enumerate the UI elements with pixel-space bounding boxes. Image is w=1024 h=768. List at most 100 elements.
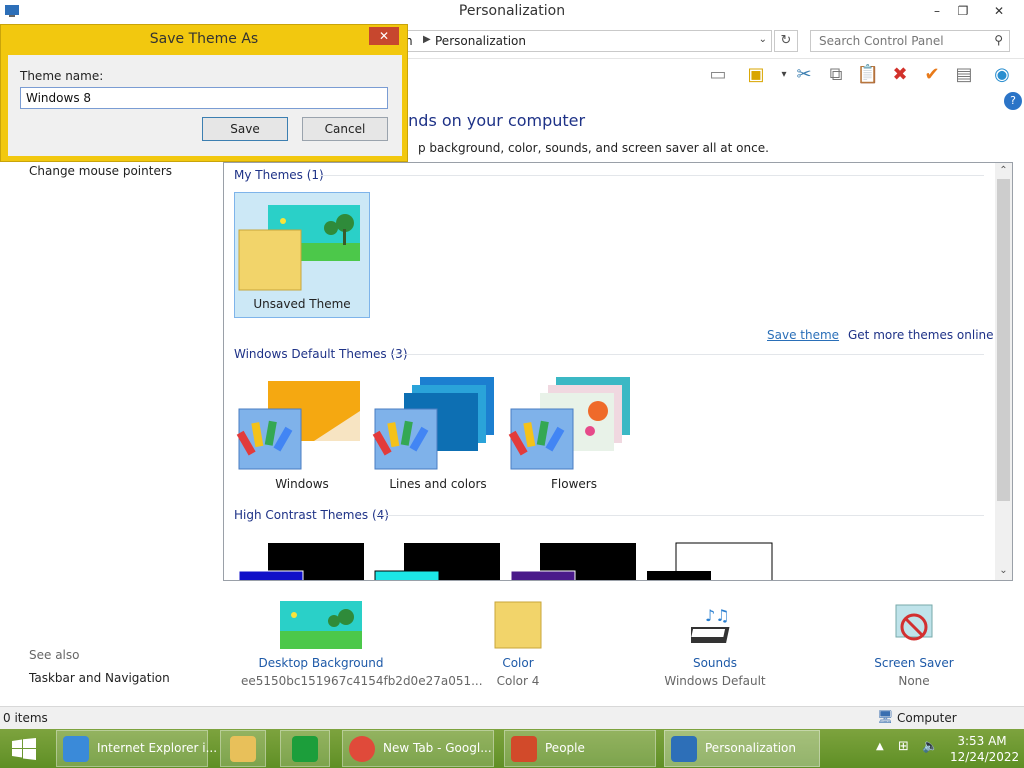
theme-lines-and-colors[interactable]: Lines and colors bbox=[370, 371, 506, 497]
start-button[interactable] bbox=[4, 730, 44, 767]
taskbar-label: Personalization bbox=[705, 741, 796, 755]
see-also-label: See also bbox=[29, 648, 80, 662]
taskbar-chrome[interactable]: New Tab - Googl... bbox=[342, 730, 494, 767]
globe-icon[interactable]: ◉ bbox=[990, 63, 1014, 87]
theme-high-contrast-white[interactable] bbox=[642, 535, 778, 580]
cancel-button[interactable]: Cancel bbox=[302, 117, 388, 141]
theme-name-label: Theme name: bbox=[20, 69, 104, 83]
color-title[interactable]: Color bbox=[438, 656, 598, 670]
search-icon[interactable]: ⚲ bbox=[994, 33, 1003, 47]
taskbar-personalization[interactable]: Personalization bbox=[664, 730, 820, 767]
color-value: Color 4 bbox=[496, 674, 540, 688]
theme-high-contrast-3[interactable] bbox=[506, 535, 642, 580]
status-location: Computer bbox=[897, 711, 957, 725]
cut-icon[interactable]: ✂ bbox=[792, 63, 816, 87]
screen-saver-icon bbox=[895, 604, 933, 641]
scrollbar[interactable]: ⌃ ⌄ bbox=[995, 163, 1012, 580]
breadcrumb-arrow-icon[interactable]: ▶ bbox=[423, 34, 431, 45]
taskbar: Internet Explorer i... New Tab - Googl..… bbox=[0, 729, 1024, 768]
refresh-button[interactable]: ↻ bbox=[774, 30, 798, 52]
taskbar-label: People bbox=[545, 741, 585, 755]
taskbar-label: New Tab - Googl... bbox=[383, 741, 492, 755]
maximize-button[interactable]: ❐ bbox=[950, 2, 976, 20]
store-icon bbox=[292, 736, 318, 762]
page-description: p background, color, sounds, and screen … bbox=[418, 141, 769, 155]
theme-label: Flowers bbox=[551, 477, 597, 491]
personalization-icon bbox=[671, 736, 697, 762]
high-contrast-white-thumbnail bbox=[647, 542, 773, 580]
system-clock[interactable]: 3:53 AM 12/24/2022 bbox=[950, 733, 1020, 765]
save-button[interactable]: Save bbox=[202, 117, 288, 141]
theme-flowers[interactable]: Flowers bbox=[506, 371, 642, 497]
dialog-close-button[interactable]: ✕ bbox=[369, 27, 399, 45]
save-theme-dialog: Save Theme As ✕ Theme name: Windows 8 Sa… bbox=[0, 24, 408, 162]
screen-saver-value: None bbox=[898, 674, 930, 688]
get-more-themes-link[interactable]: Get more themes online bbox=[848, 328, 994, 342]
search-placeholder: Search Control Panel bbox=[819, 34, 944, 48]
desktop-background-icon bbox=[280, 601, 362, 649]
my-themes-header: My Themes (1) bbox=[234, 168, 324, 182]
item-count: 0 items bbox=[3, 711, 48, 725]
copy-icon[interactable]: ⧉ bbox=[824, 63, 848, 87]
desktop-background-value: ee5150bc151967c4154fb2d0e27a051... bbox=[241, 674, 483, 688]
group-divider bbox=[320, 175, 984, 176]
taskbar-file-explorer[interactable] bbox=[220, 730, 266, 767]
page-title: unds on your computer bbox=[398, 111, 586, 130]
theme-label: Lines and colors bbox=[389, 477, 487, 491]
desktop-background-setting[interactable]: Desktop Background ee5150bc151967c4154fb… bbox=[241, 601, 483, 688]
layout-icon[interactable]: ▭ bbox=[706, 63, 730, 87]
high-contrast-2-thumbnail bbox=[374, 543, 500, 580]
clock-time: 3:53 AM bbox=[957, 734, 1007, 748]
desktop-background-title[interactable]: Desktop Background bbox=[241, 656, 401, 670]
scroll-down-icon[interactable]: ⌄ bbox=[995, 565, 1012, 576]
theme-label: Unsaved Theme bbox=[253, 297, 351, 311]
theme-high-contrast-1[interactable] bbox=[234, 535, 370, 580]
search-input[interactable]: Search Control Panel ⚲ bbox=[810, 30, 1010, 52]
network-icon[interactable]: ⊞ bbox=[898, 739, 909, 754]
volume-icon[interactable]: 🔈 bbox=[922, 739, 938, 754]
color-swatch-icon bbox=[494, 601, 542, 649]
scroll-up-icon[interactable]: ⌃ bbox=[995, 165, 1012, 176]
color-setting[interactable]: Color Color 4 bbox=[438, 601, 598, 688]
breadcrumb-personalization[interactable]: Personalization bbox=[435, 34, 526, 48]
theme-unsaved[interactable]: Unsaved Theme bbox=[234, 192, 370, 318]
windows-theme-thumbnail bbox=[236, 381, 360, 470]
paste-icon[interactable]: 📋 bbox=[856, 63, 880, 87]
scroll-thumb[interactable] bbox=[997, 179, 1010, 501]
minimize-button[interactable]: – bbox=[924, 2, 950, 20]
sidebar-link-taskbar-navigation[interactable]: Taskbar and Navigation bbox=[29, 671, 170, 685]
sounds-value: Windows Default bbox=[664, 674, 766, 688]
address-bar[interactable]: n ▶ Personalization ⌄ bbox=[394, 30, 772, 52]
chevron-down-icon[interactable]: ⌄ bbox=[759, 34, 767, 45]
svg-text:♪♫: ♪♫ bbox=[705, 606, 730, 625]
group-divider bbox=[392, 354, 984, 355]
save-theme-link[interactable]: Save theme bbox=[767, 328, 839, 342]
check-folder-icon[interactable]: ▣ bbox=[744, 63, 768, 87]
close-button[interactable]: ✕ bbox=[986, 2, 1012, 20]
flowers-thumbnail bbox=[508, 377, 630, 470]
screen-saver-title[interactable]: Screen Saver bbox=[834, 656, 994, 670]
properties-icon[interactable]: ▤ bbox=[952, 63, 976, 87]
lines-and-colors-thumbnail bbox=[372, 377, 494, 470]
theme-name-input[interactable]: Windows 8 bbox=[20, 87, 388, 109]
default-themes-header: Windows Default Themes (3) bbox=[234, 347, 408, 361]
themes-panel: My Themes (1) Unsaved Theme Save theme G… bbox=[223, 162, 1013, 581]
chrome-icon bbox=[349, 736, 375, 762]
high-contrast-header: High Contrast Themes (4) bbox=[234, 508, 389, 522]
checkmark-icon[interactable]: ✔ bbox=[920, 63, 944, 87]
group-divider bbox=[376, 515, 984, 516]
sounds-title[interactable]: Sounds bbox=[635, 656, 795, 670]
delete-icon[interactable]: ✖ bbox=[888, 63, 912, 87]
taskbar-internet-explorer[interactable]: Internet Explorer i... bbox=[56, 730, 217, 767]
sidebar-link-mouse-pointers[interactable]: Change mouse pointers bbox=[29, 164, 172, 178]
help-icon[interactable]: ? bbox=[1004, 92, 1022, 110]
sounds-setting[interactable]: ♪♫ Sounds Windows Default bbox=[635, 601, 795, 688]
theme-windows[interactable]: Windows bbox=[234, 371, 370, 497]
clock-date: 12/24/2022 bbox=[950, 750, 1020, 764]
dialog-body: Theme name: Windows 8 Save Cancel bbox=[8, 55, 402, 156]
theme-high-contrast-2[interactable] bbox=[370, 535, 506, 580]
taskbar-store[interactable] bbox=[280, 730, 330, 767]
screen-saver-setting[interactable]: Screen Saver None bbox=[834, 601, 994, 688]
taskbar-people[interactable]: People bbox=[504, 730, 656, 767]
show-hidden-icons-icon[interactable]: ▲ bbox=[876, 741, 884, 752]
